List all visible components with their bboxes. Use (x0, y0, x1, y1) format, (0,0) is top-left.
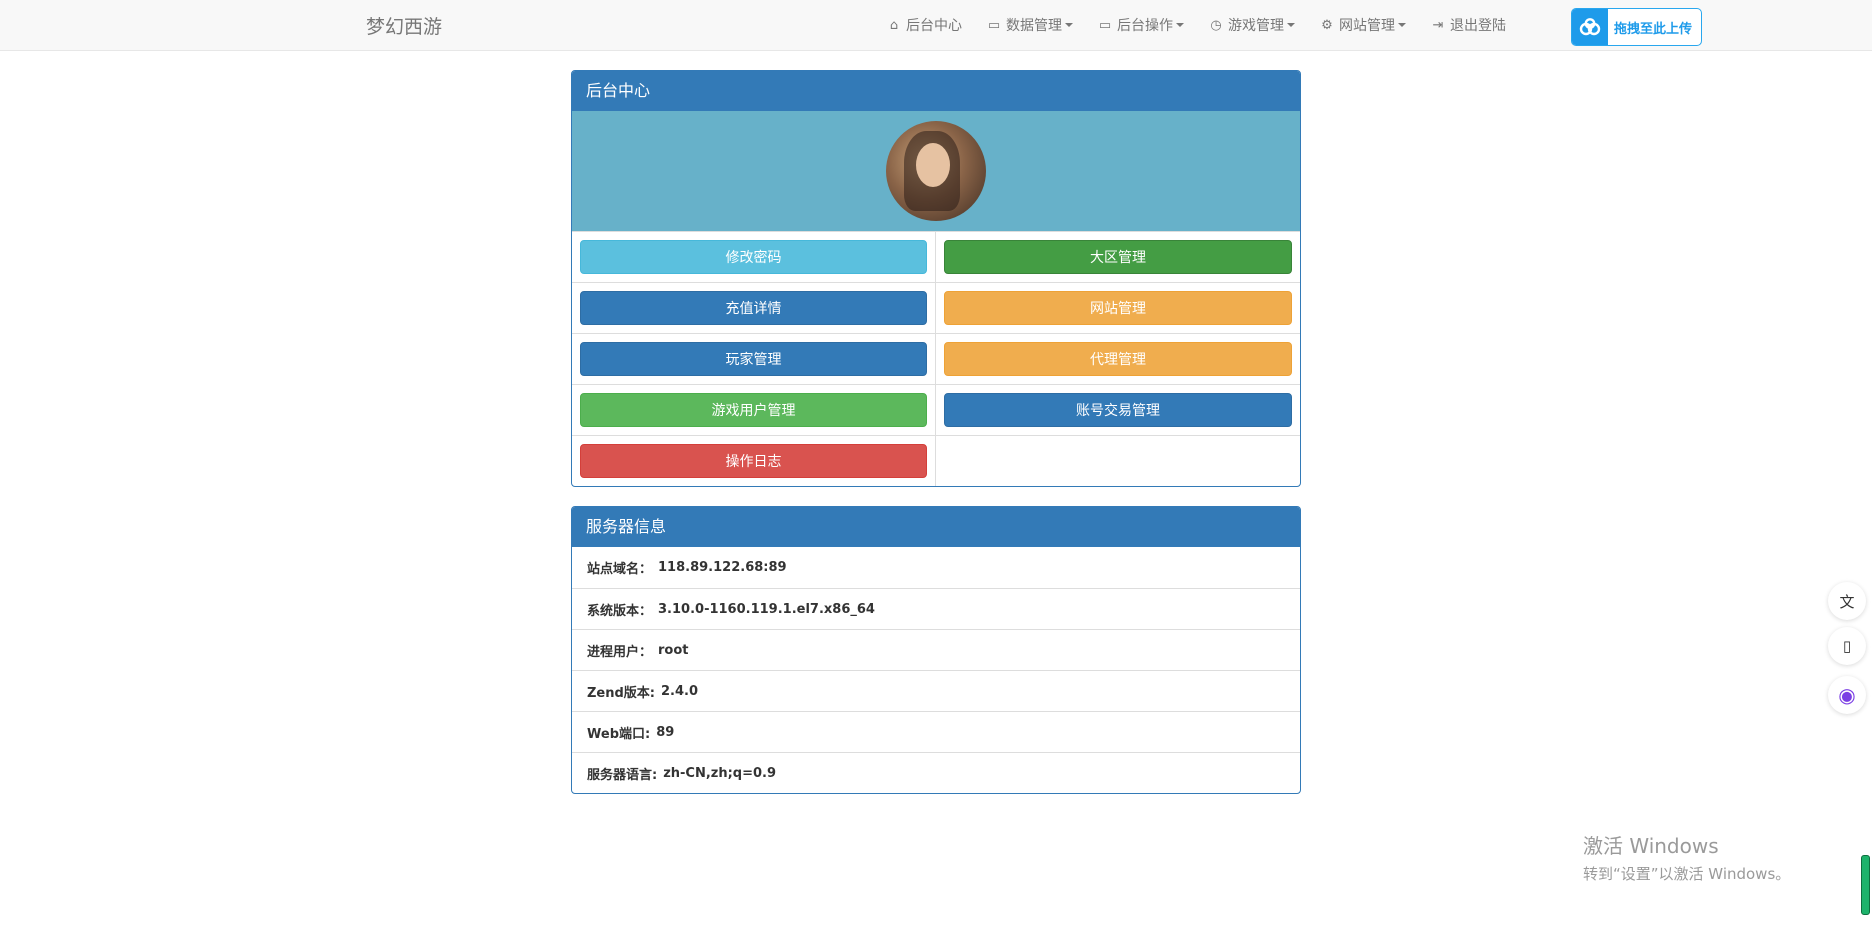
list-item: Web端口: 89 (572, 711, 1300, 752)
top-navbar: 梦幻西游 ⌂ 后台中心 ▭ 数据管理 ▭ 后台操作 ◷ 游戏管理 ⚙ 网站管理 ⇥ 退出登陆 拖拽至此… (0, 0, 1872, 51)
panel-title: 服务器信息 (572, 507, 1300, 547)
info-key: 服务器语言: (587, 767, 658, 783)
button-cell: 充值详情 (572, 282, 936, 333)
caret-down-icon (1176, 23, 1184, 27)
nav-item-4[interactable]: ⚙ 网站管理 (1307, 0, 1418, 50)
info-value: root (658, 642, 689, 658)
avatar (886, 121, 986, 221)
reader-icon[interactable]: ▯ (1828, 627, 1866, 665)
button-cell: 操作日志 (572, 435, 936, 486)
action-button-3[interactable]: 网站管理 (944, 291, 1292, 325)
panel-title: 后台中心 (572, 71, 1300, 111)
upload-label: 拖拽至此上传 (1614, 21, 1693, 37)
nav-item-2[interactable]: ▭ 后台操作 (1085, 0, 1196, 50)
button-cell: 游戏用户管理 (572, 384, 936, 435)
button-cell: 玩家管理 (572, 333, 936, 384)
main-nav: ⌂ 后台中心 ▭ 数据管理 ▭ 后台操作 ◷ 游戏管理 ⚙ 网站管理 ⇥ 退出登陆 (874, 0, 1518, 50)
action-button-5[interactable]: 代理管理 (944, 342, 1292, 376)
nav-item-0[interactable]: ⌂ 后台中心 (874, 0, 974, 50)
home-icon: ⌂ (889, 17, 899, 33)
button-cell (936, 435, 1300, 486)
button-cell: 代理管理 (936, 333, 1300, 384)
server-info-list: 站点域名： 118.89.122.68:89 系统版本： 3.10.0-1160.11… (572, 547, 1300, 793)
info-value: 2.4.0 (661, 683, 699, 699)
info-key: Web端口: (587, 726, 651, 742)
button-cell: 账号交易管理 (936, 384, 1300, 435)
windows-activation-watermark: 激活 Windows 转到“设置”以激活 Windows。 (1583, 830, 1790, 884)
window-icon: ▭ (1098, 17, 1112, 33)
clock-icon: ◷ (1210, 17, 1222, 33)
action-button-grid: 修改密码 大区管理 充值详情 网站管理 玩家管理 代理管理 游戏用户管理 账号交易管理 操作日志 (572, 231, 1300, 486)
info-key: Zend版本: (587, 685, 656, 701)
window-icon: ▭ (987, 17, 1001, 33)
button-cell: 修改密码 (572, 231, 936, 282)
list-item: 服务器语言: zh-CN,zh;q=0.9 (572, 752, 1300, 793)
info-value: 3.10.0-1160.119.1.el7.x86_64 (658, 601, 875, 617)
info-value: 118.89.122.68:89 (658, 560, 787, 575)
translate-icon[interactable]: 文 (1828, 582, 1866, 620)
nav-item-5[interactable]: ⇥ 退出登陆 (1418, 0, 1518, 50)
button-cell: 大区管理 (936, 231, 1300, 282)
info-value: zh-CN,zh;q=0.9 (663, 765, 777, 781)
info-value: 89 (656, 724, 675, 740)
action-button-0[interactable]: 修改密码 (580, 240, 927, 274)
info-key: 系统版本： (587, 603, 653, 619)
scroll-indicator[interactable] (1861, 855, 1870, 915)
gear-icon: ⚙ (1321, 17, 1333, 33)
list-item: 站点域名： 118.89.122.68:89 (572, 547, 1300, 588)
avatar-row (572, 111, 1300, 231)
drag-upload-button[interactable]: 拖拽至此上传 (1571, 8, 1702, 46)
nav-item-label: 后台中心 (906, 18, 962, 34)
nav-item-label: 网站管理 (1339, 18, 1395, 34)
list-item: 系统版本： 3.10.0-1160.119.1.el7.x86_64 (572, 588, 1300, 629)
action-button-7[interactable]: 账号交易管理 (944, 393, 1292, 427)
nav-item-label: 退出登陆 (1450, 18, 1506, 34)
nav-item-1[interactable]: ▭ 数据管理 (974, 0, 1085, 50)
action-button-8[interactable]: 操作日志 (580, 444, 927, 478)
action-button-1[interactable]: 大区管理 (944, 240, 1292, 274)
server-info-panel: 服务器信息 站点域名： 118.89.122.68:89 系统版本： 3.10.0-1… (571, 506, 1301, 794)
cloud-drive-icon (1572, 9, 1608, 45)
action-button-4[interactable]: 玩家管理 (580, 342, 927, 376)
nav-item-3[interactable]: ◷ 游戏管理 (1196, 0, 1307, 50)
info-key: 进程用户： (587, 644, 653, 660)
watermark-line2: 转到“设置”以激活 Windows。 (1583, 865, 1791, 883)
list-item: Zend版本: 2.4.0 (572, 670, 1300, 711)
assistant-icon[interactable]: ◉ (1828, 676, 1866, 714)
logout-icon: ⇥ (1432, 17, 1444, 33)
nav-item-label: 游戏管理 (1228, 18, 1284, 34)
admin-center-panel: 后台中心 修改密码 大区管理 充值详情 网站管理 玩家管理 代理管理 游戏用户管理 账号交易管… (571, 70, 1301, 487)
caret-down-icon (1065, 23, 1073, 27)
info-key: 站点域名： (587, 562, 653, 577)
nav-item-label: 后台操作 (1117, 18, 1173, 34)
caret-down-icon (1287, 23, 1295, 27)
nav-item-label: 数据管理 (1006, 18, 1062, 34)
action-button-2[interactable]: 充值详情 (580, 291, 927, 325)
list-item: 进程用户： root (572, 629, 1300, 670)
caret-down-icon (1398, 23, 1406, 27)
brand-title[interactable]: 梦幻西游 (366, 12, 442, 39)
button-cell: 网站管理 (936, 282, 1300, 333)
action-button-6[interactable]: 游戏用户管理 (580, 393, 927, 427)
watermark-line1: 激活 Windows (1583, 834, 1719, 858)
